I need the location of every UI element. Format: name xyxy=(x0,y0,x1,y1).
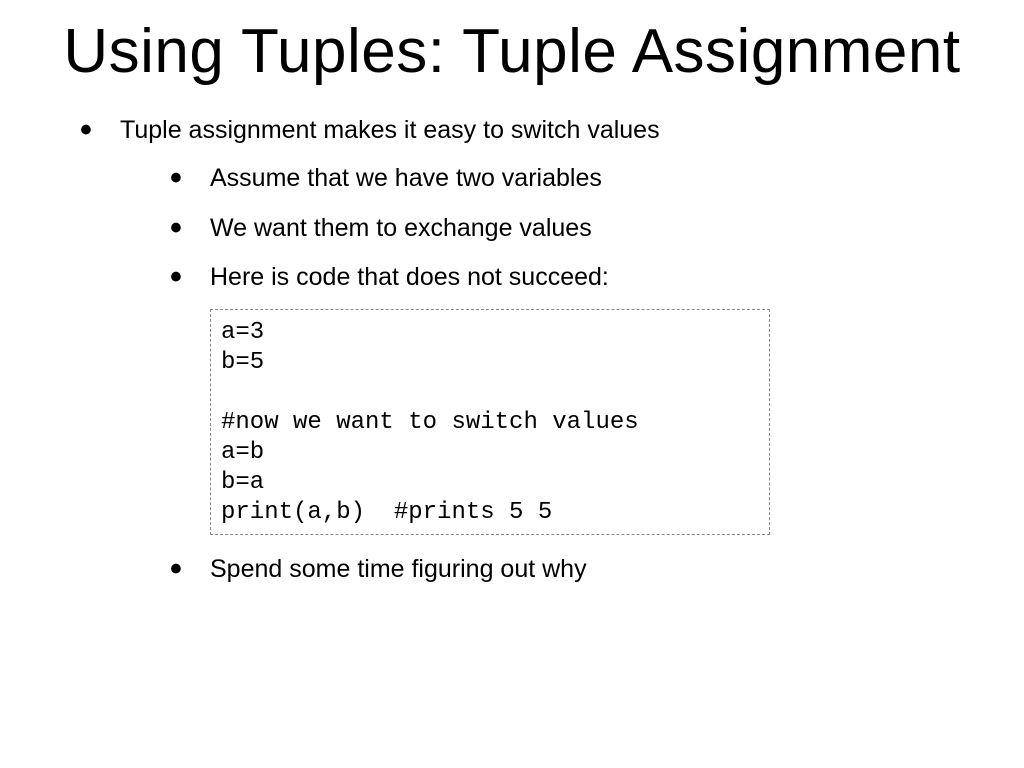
bullet-list-level2: Assume that we have two variables We wan… xyxy=(120,162,964,587)
bullet-sub-1: We want them to exchange values xyxy=(170,212,964,246)
bullet-list-level1: Tuple assignment makes it easy to switch… xyxy=(60,114,964,587)
slide: Using Tuples: Tuple Assignment Tuple ass… xyxy=(0,0,1024,768)
bullet-sub-2-text: Here is code that does not succeed: xyxy=(210,263,609,291)
bullet-final: Spend some time figuring out why xyxy=(170,553,964,587)
bullet-main-text: Tuple assignment makes it easy to switch… xyxy=(120,116,660,144)
bullet-sub-0: Assume that we have two variables xyxy=(170,162,964,196)
slide-title: Using Tuples: Tuple Assignment xyxy=(60,0,964,86)
bullet-sub-2: Here is code that does not succeed: a=3 … xyxy=(170,261,964,535)
code-block: a=3 b=5 #now we want to switch values a=… xyxy=(210,309,770,535)
slide-content: Tuple assignment makes it easy to switch… xyxy=(60,86,964,587)
bullet-main: Tuple assignment makes it easy to switch… xyxy=(80,114,964,587)
